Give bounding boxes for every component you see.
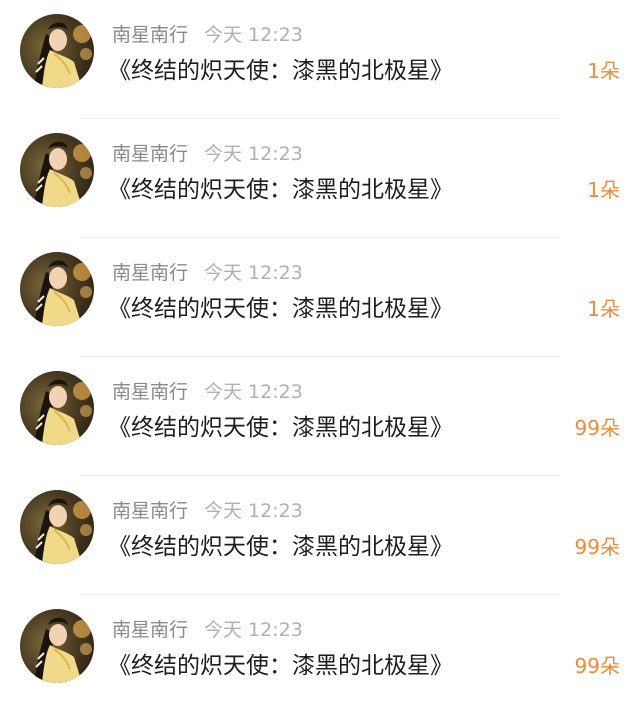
avatar[interactable] (20, 133, 94, 207)
sender-name[interactable]: 南星南行 (112, 262, 188, 284)
timestamp: 今天 12:23 (204, 381, 303, 403)
item-meta: 南星南行 今天 12:23 (112, 379, 303, 405)
flower-count: 99朵 (574, 416, 620, 440)
sender-name[interactable]: 南星南行 (112, 619, 188, 641)
list-item[interactable]: 南星南行 今天 12:23 《终结的炽天使：漆黑的北极星》 1朵 (0, 238, 640, 357)
timestamp: 今天 12:23 (204, 262, 303, 284)
timestamp: 今天 12:23 (204, 619, 303, 641)
portrait-avatar-icon (20, 14, 94, 88)
list-item[interactable]: 南星南行 今天 12:23 《终结的炽天使：漆黑的北极星》 1朵 (0, 0, 640, 119)
timestamp: 今天 12:23 (204, 143, 303, 165)
flower-count: 1朵 (587, 178, 620, 202)
timestamp: 今天 12:23 (204, 500, 303, 522)
flower-count: 1朵 (587, 59, 620, 83)
work-title[interactable]: 《终结的炽天使：漆黑的北极星》 (108, 292, 453, 326)
flower-count: 99朵 (574, 535, 620, 559)
list-item[interactable]: 南星南行 今天 12:23 《终结的炽天使：漆黑的北极星》 99朵 (0, 357, 640, 476)
avatar[interactable] (20, 371, 94, 445)
item-meta: 南星南行 今天 12:23 (112, 141, 303, 167)
avatar[interactable] (20, 490, 94, 564)
flower-count: 99朵 (574, 654, 620, 678)
avatar[interactable] (20, 14, 94, 88)
sender-name[interactable]: 南星南行 (112, 500, 188, 522)
item-meta: 南星南行 今天 12:23 (112, 22, 303, 48)
portrait-avatar-icon (20, 371, 94, 445)
work-title[interactable]: 《终结的炽天使：漆黑的北极星》 (108, 411, 453, 445)
sender-name[interactable]: 南星南行 (112, 24, 188, 46)
work-title[interactable]: 《终结的炽天使：漆黑的北极星》 (108, 649, 453, 683)
flower-count: 1朵 (587, 297, 620, 321)
item-meta: 南星南行 今天 12:23 (112, 260, 303, 286)
avatar[interactable] (20, 252, 94, 326)
portrait-avatar-icon (20, 609, 94, 683)
portrait-avatar-icon (20, 133, 94, 207)
item-meta: 南星南行 今天 12:23 (112, 498, 303, 524)
list-item[interactable]: 南星南行 今天 12:23 《终结的炽天使：漆黑的北极星》 1朵 (0, 119, 640, 238)
work-title[interactable]: 《终结的炽天使：漆黑的北极星》 (108, 54, 453, 88)
portrait-avatar-icon (20, 490, 94, 564)
sender-name[interactable]: 南星南行 (112, 381, 188, 403)
work-title[interactable]: 《终结的炽天使：漆黑的北极星》 (108, 173, 453, 207)
avatar[interactable] (20, 609, 94, 683)
gift-list: 南星南行 今天 12:23 《终结的炽天使：漆黑的北极星》 1朵 南星南行 今天… (0, 0, 640, 717)
portrait-avatar-icon (20, 252, 94, 326)
list-item[interactable]: 南星南行 今天 12:23 《终结的炽天使：漆黑的北极星》 99朵 (0, 476, 640, 595)
list-item[interactable]: 南星南行 今天 12:23 《终结的炽天使：漆黑的北极星》 99朵 (0, 595, 640, 714)
sender-name[interactable]: 南星南行 (112, 143, 188, 165)
work-title[interactable]: 《终结的炽天使：漆黑的北极星》 (108, 530, 453, 564)
timestamp: 今天 12:23 (204, 24, 303, 46)
item-meta: 南星南行 今天 12:23 (112, 617, 303, 643)
